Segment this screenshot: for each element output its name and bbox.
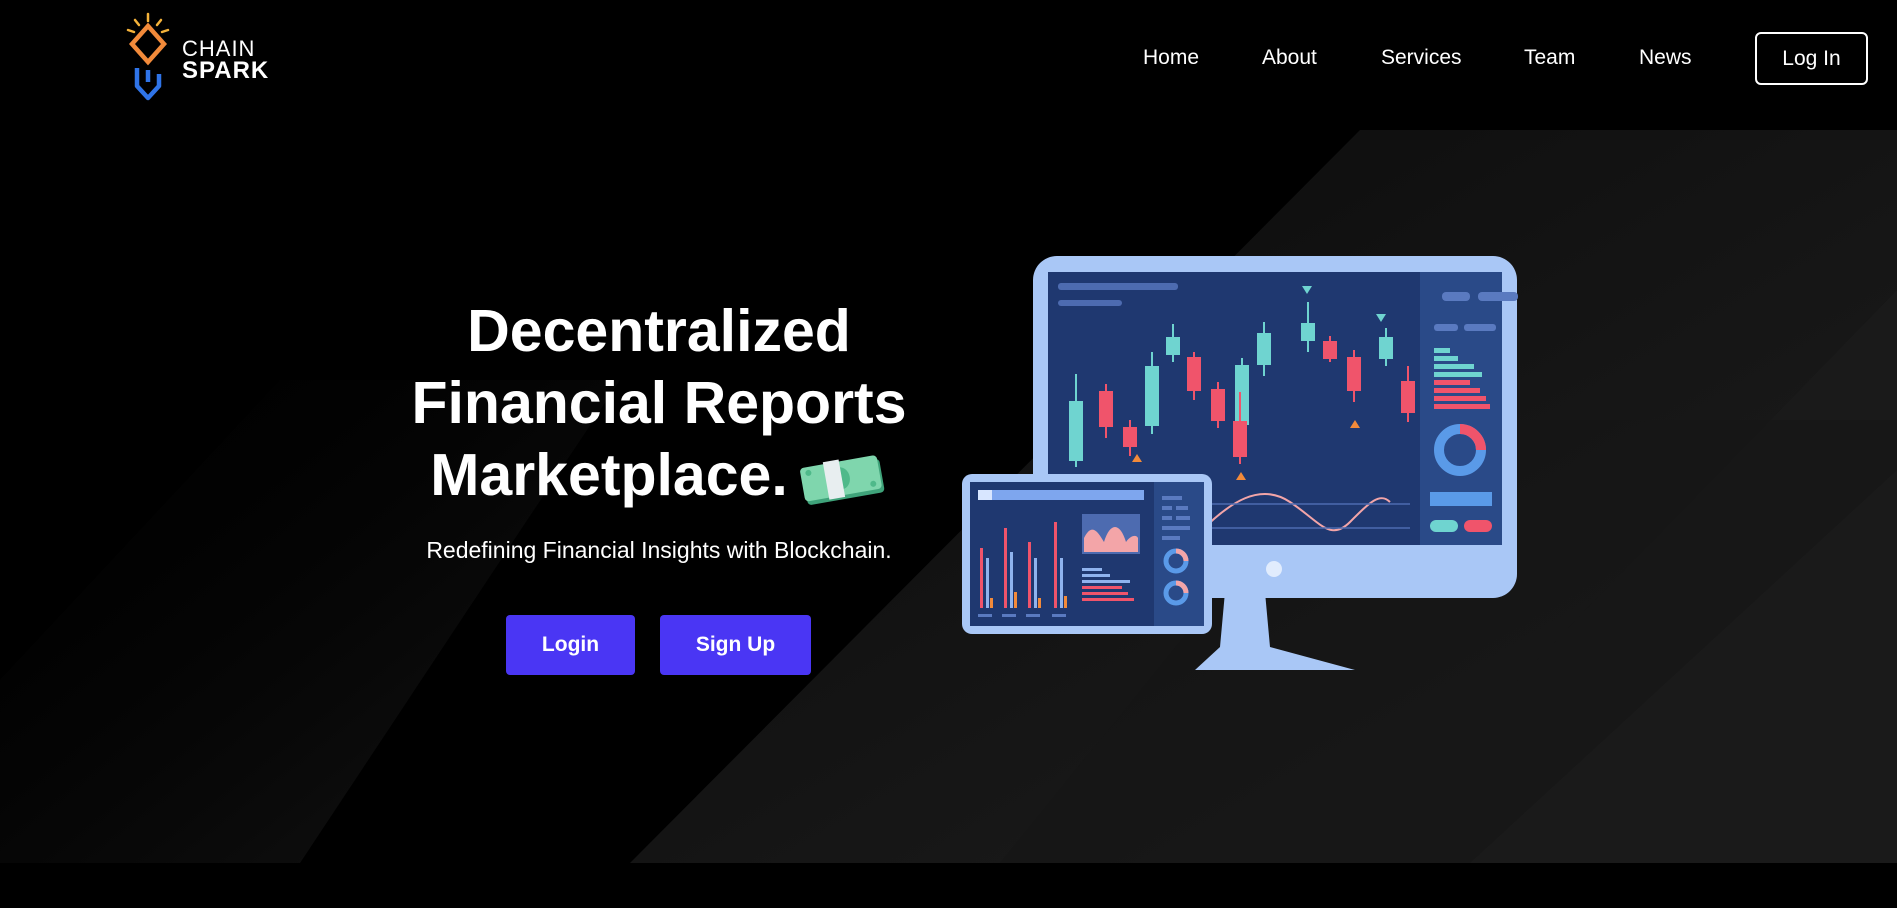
header-login-button[interactable]: Log In bbox=[1755, 32, 1868, 85]
hero-title-line3: Marketplace. bbox=[430, 442, 788, 508]
dashboard-illustration bbox=[960, 252, 1520, 674]
nav-item-services[interactable]: Services bbox=[1381, 46, 1462, 70]
hero-title-line1: Decentralized bbox=[467, 298, 851, 364]
hero-login-button[interactable]: Login bbox=[506, 615, 635, 675]
monitor-stand bbox=[1195, 592, 1355, 670]
nav-item-news[interactable]: News bbox=[1639, 46, 1692, 70]
nav-item-team[interactable]: Team bbox=[1524, 46, 1575, 70]
nav-item-home[interactable]: Home bbox=[1143, 46, 1199, 70]
hero-subtitle: Redefining Financial Insights with Block… bbox=[426, 537, 892, 563]
hero-signup-button[interactable]: Sign Up bbox=[660, 615, 811, 675]
brand-logo[interactable]: CHAIN SPARK bbox=[124, 12, 284, 108]
hero-title-line2: Financial Reports bbox=[411, 370, 907, 436]
brand-name-line2: SPARK bbox=[182, 57, 270, 84]
hero-title: Decentralized Financial Reports Marketpl… bbox=[360, 295, 958, 511]
chain-spark-logo-icon bbox=[126, 12, 170, 101]
money-bill-icon bbox=[799, 455, 884, 506]
site-header: CHAIN SPARK Home About Services Team New… bbox=[0, 0, 1897, 120]
nav-item-about[interactable]: About bbox=[1262, 46, 1317, 70]
